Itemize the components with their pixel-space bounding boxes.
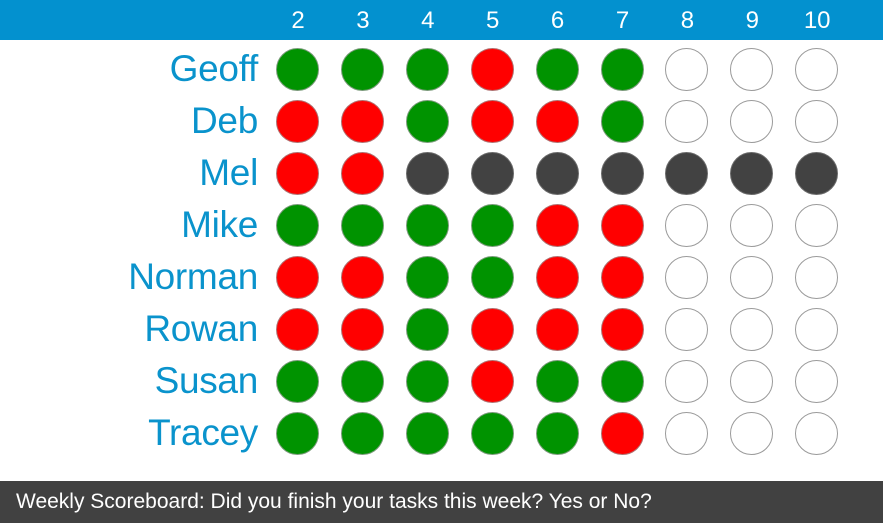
result-dot-no: [600, 308, 644, 351]
result-dot-pending: [730, 48, 774, 91]
result-dot-yes: [405, 100, 449, 143]
week-label: 6: [550, 7, 565, 34]
week-header-bar: 2 3 4 5 6 7 8 9 10: [0, 0, 883, 40]
result-dot-yes: [340, 360, 384, 403]
result-dot-pending: [665, 360, 709, 403]
week-label: 10: [803, 7, 831, 34]
result-dot-yes: [276, 360, 319, 403]
result-dot-pending: [730, 360, 774, 403]
result-dot-yes: [405, 48, 449, 91]
result-dot-pending: [665, 412, 709, 455]
result-dot-yes: [535, 412, 579, 455]
result-dot-yes: [600, 360, 644, 403]
result-dot-yes: [600, 48, 644, 91]
result-dot-no: [535, 256, 579, 299]
result-dot-yes: [405, 360, 449, 403]
result-dot-no: [600, 204, 644, 247]
result-dot-pending: [795, 48, 839, 91]
week-label: 5: [486, 7, 500, 34]
result-dot-pending: [665, 256, 709, 299]
result-dot-na: [470, 152, 514, 195]
result-dot-na: [405, 152, 449, 195]
week-label: 2: [291, 7, 305, 34]
result-dot-yes: [405, 256, 449, 299]
result-dot-na: [730, 152, 774, 195]
scoreboard-title: Weekly Scoreboard: Did you finish your t…: [16, 490, 652, 513]
result-dot-pending: [730, 204, 774, 247]
result-dot-yes: [600, 100, 644, 143]
result-dot-no: [340, 308, 384, 351]
week-label: 4: [421, 7, 435, 34]
result-dot-no: [470, 100, 514, 143]
person-name: Mike: [181, 204, 258, 245]
result-dot-no: [535, 204, 579, 247]
result-dot-pending: [665, 48, 709, 91]
result-dot-pending: [665, 100, 709, 143]
result-dot-pending: [795, 100, 839, 143]
result-dot-pending: [795, 204, 839, 247]
result-dot-na: [795, 152, 839, 195]
person-name: Rowan: [144, 308, 258, 349]
result-dot-yes: [340, 412, 384, 455]
person-name: Mel: [199, 152, 258, 193]
result-dot-yes: [276, 48, 319, 91]
result-dot-no: [276, 152, 319, 195]
result-dot-pending: [730, 412, 774, 455]
result-dot-yes: [470, 412, 514, 455]
result-dot-yes: [340, 48, 384, 91]
person-name: Tracey: [148, 412, 258, 453]
result-dot-pending: [795, 308, 839, 351]
result-dot-yes: [276, 204, 319, 247]
result-dot-yes: [276, 412, 319, 455]
result-dot-pending: [665, 204, 709, 247]
result-dot-no: [276, 308, 319, 351]
result-dot-no: [340, 100, 384, 143]
result-dot-yes: [340, 204, 384, 247]
result-dot-yes: [470, 256, 514, 299]
result-dot-yes: [535, 360, 579, 403]
result-dot-no: [600, 412, 644, 455]
week-label: 9: [745, 7, 759, 34]
result-dot-no: [535, 308, 579, 351]
result-dot-pending: [730, 308, 774, 351]
result-dot-no: [470, 48, 514, 91]
result-dot-yes: [535, 48, 579, 91]
result-dot-no: [276, 100, 319, 143]
person-name: Susan: [154, 360, 259, 401]
result-dot-no: [470, 360, 514, 403]
result-dot-no: [600, 256, 644, 299]
result-dot-no: [340, 152, 384, 195]
result-dot-yes: [405, 308, 449, 351]
week-label: 8: [680, 7, 695, 34]
person-name: Norman: [128, 256, 258, 297]
week-label: 3: [356, 7, 370, 34]
person-name: Deb: [191, 100, 258, 141]
result-dot-no: [340, 256, 384, 299]
result-dot-pending: [795, 360, 839, 403]
result-dot-no: [470, 308, 514, 351]
result-dot-pending: [730, 100, 774, 143]
result-dot-pending: [730, 256, 774, 299]
result-dot-pending: [795, 256, 839, 299]
result-dot-no: [535, 100, 579, 143]
result-dot-na: [665, 152, 709, 195]
result-dot-na: [535, 152, 579, 195]
result-dot-na: [600, 152, 644, 195]
result-dot-yes: [405, 204, 449, 247]
week-label: 7: [615, 7, 630, 34]
person-name: Geoff: [169, 48, 259, 89]
result-dot-yes: [470, 204, 514, 247]
result-dot-pending: [665, 308, 709, 351]
result-dot-no: [276, 256, 319, 299]
footer-bar: Weekly Scoreboard: Did you finish your t…: [0, 481, 883, 523]
result-dot-pending: [795, 412, 839, 455]
result-dot-yes: [405, 412, 449, 455]
